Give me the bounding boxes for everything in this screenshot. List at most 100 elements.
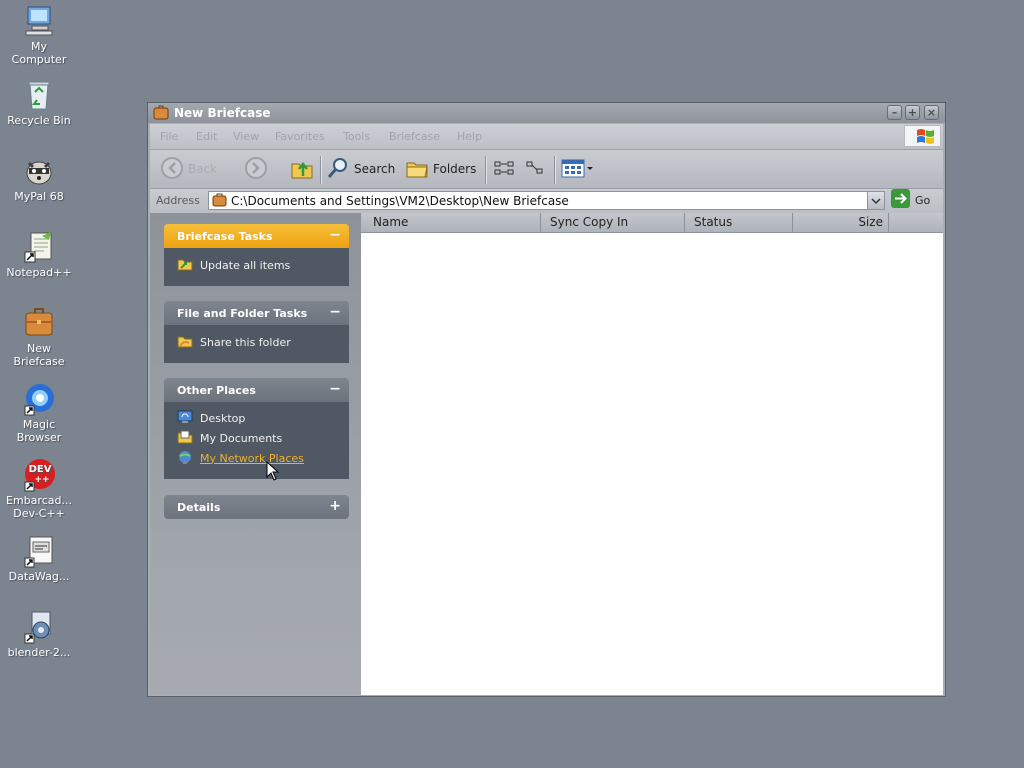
column-header-name[interactable]: Name xyxy=(361,213,541,232)
column-header-sync-copy-in[interactable]: Sync Copy In xyxy=(541,213,685,232)
forward-button[interactable] xyxy=(244,156,268,183)
address-bar: Address C:\Documents and Settings\VM2\De… xyxy=(150,189,943,213)
recycle-bin-icon xyxy=(22,78,56,112)
update-all-items-link[interactable]: Update all items xyxy=(177,256,290,274)
search-button[interactable]: Search xyxy=(326,157,395,181)
title-bar[interactable]: New Briefcase – + × xyxy=(148,103,945,123)
desktop-icon-recycle-bin[interactable]: Recycle Bin xyxy=(0,78,78,127)
briefcase-tasks-panel: Briefcase Tasks − Update all items xyxy=(164,224,349,286)
up-folder-button[interactable] xyxy=(290,157,314,181)
place-my-network-places-link[interactable]: My Network Places xyxy=(177,449,304,467)
place-label: My Network Places xyxy=(200,451,304,465)
collapse-icon[interactable]: − xyxy=(329,227,341,243)
place-desktop-link[interactable]: Desktop xyxy=(177,409,245,427)
collapse-icon[interactable]: − xyxy=(329,304,341,320)
menu-bar: File Edit View Favorites Tools Briefcase… xyxy=(150,124,943,150)
maximize-button[interactable]: + xyxy=(905,105,920,120)
address-input[interactable]: C:\Documents and Settings\VM2\Desktop\Ne… xyxy=(208,191,885,210)
close-button[interactable]: × xyxy=(924,105,939,120)
panel-body: Desktop My Documents My Network Places xyxy=(164,402,349,479)
views-icon xyxy=(561,157,595,182)
place-my-documents-link[interactable]: My Documents xyxy=(177,429,282,447)
desktop-icon-my-computer[interactable]: My Computer xyxy=(0,4,78,66)
windows-logo-icon xyxy=(904,125,941,147)
desktop-icon-label: blender-2... xyxy=(7,646,71,659)
copy-to-button[interactable] xyxy=(524,157,546,181)
details-panel: Details + xyxy=(164,495,349,519)
other-places-header[interactable]: Other Places − xyxy=(164,378,349,402)
folders-label: Folders xyxy=(433,162,477,176)
toolbar-separator xyxy=(320,156,322,184)
desktop-icon-label: Magic Browser xyxy=(16,418,62,444)
address-path: C:\Documents and Settings\VM2\Desktop\Ne… xyxy=(231,194,569,208)
up-folder-icon xyxy=(290,156,314,183)
column-label: Name xyxy=(373,215,409,229)
desktop-icon-blender[interactable]: blender-2... xyxy=(0,610,78,659)
details-header[interactable]: Details + xyxy=(164,495,349,519)
desktop-icon-label: My Computer xyxy=(11,40,67,66)
desktop-icon-mypal[interactable]: MyPal 68 xyxy=(0,154,78,203)
menu-favorites[interactable]: Favorites xyxy=(275,130,325,143)
go-button[interactable]: Go xyxy=(891,189,939,210)
briefcase-window: New Briefcase – + × File Edit View Favor… xyxy=(147,102,946,697)
menu-edit[interactable]: Edit xyxy=(196,130,217,143)
move-to-icon xyxy=(493,157,515,182)
desktop-icon-label: Recycle Bin xyxy=(7,114,71,127)
mouse-cursor-icon xyxy=(266,460,280,485)
panel-title: Other Places xyxy=(177,384,256,397)
address-label: Address xyxy=(156,194,200,207)
forward-arrow-icon xyxy=(244,156,268,183)
column-header-status[interactable]: Status xyxy=(685,213,793,232)
collapse-icon[interactable]: − xyxy=(329,381,341,397)
svg-text:DEV: DEV xyxy=(29,464,52,475)
desktop-icon-label: Embarcad... Dev-C++ xyxy=(6,494,72,520)
minimize-button[interactable]: – xyxy=(887,105,902,120)
desktop-icon-label: Notepad++ xyxy=(6,266,72,279)
folders-icon xyxy=(405,156,429,183)
devcpp-icon: DEV ++ xyxy=(22,458,56,492)
desktop-icon-new-briefcase[interactable]: New Briefcase xyxy=(0,306,78,368)
menu-briefcase[interactable]: Briefcase xyxy=(389,130,440,143)
menu-tools[interactable]: Tools xyxy=(343,130,370,143)
back-arrow-icon xyxy=(160,156,184,183)
toolbar: Back Search Folders xyxy=(150,150,943,189)
window-title: New Briefcase xyxy=(174,106,271,120)
menu-help[interactable]: Help xyxy=(457,130,482,143)
task-pane: Briefcase Tasks − Update all items File … xyxy=(150,213,361,695)
desktop-icon-devcpp[interactable]: DEV ++ Embarcad... Dev-C++ xyxy=(0,458,78,520)
briefcase-tasks-header[interactable]: Briefcase Tasks − xyxy=(164,224,349,248)
panel-title: Details xyxy=(177,501,221,514)
my-computer-icon xyxy=(22,4,56,38)
briefcase-icon xyxy=(212,193,227,212)
menu-view[interactable]: View xyxy=(233,130,259,143)
other-places-panel: Other Places − Desktop My Documents My N… xyxy=(164,378,349,479)
file-folder-tasks-header[interactable]: File and Folder Tasks − xyxy=(164,301,349,325)
column-header-size[interactable]: Size xyxy=(793,213,889,232)
desktop-icon-magic-browser[interactable]: Magic Browser xyxy=(0,382,78,444)
search-icon xyxy=(326,156,350,183)
folders-button[interactable]: Folders xyxy=(405,157,476,181)
views-button[interactable] xyxy=(561,157,595,181)
expand-icon[interactable]: + xyxy=(329,498,341,514)
file-folder-tasks-panel: File and Folder Tasks − Share this folde… xyxy=(164,301,349,363)
datawag-icon xyxy=(22,534,56,568)
menu-file[interactable]: File xyxy=(160,130,178,143)
column-label: Sync Copy In xyxy=(550,215,629,229)
panel-title: Briefcase Tasks xyxy=(177,230,273,243)
back-button[interactable]: Back xyxy=(160,156,218,183)
column-header-row: Name Sync Copy In Status Size xyxy=(361,213,943,233)
toolbar-separator xyxy=(554,156,556,184)
file-list-view[interactable]: Name Sync Copy In Status Size xyxy=(361,213,943,695)
address-dropdown-button[interactable] xyxy=(867,192,884,209)
share-this-folder-link[interactable]: Share this folder xyxy=(177,333,291,351)
place-label: Desktop xyxy=(200,411,246,425)
desktop-icon-notepadpp[interactable]: Notepad++ xyxy=(0,230,78,279)
desktop-icon-datawag[interactable]: DataWag... xyxy=(0,534,78,583)
notepadpp-icon xyxy=(22,230,56,264)
back-label: Back xyxy=(188,162,218,176)
briefcase-icon xyxy=(153,105,169,125)
sorted-column-shade xyxy=(361,233,541,695)
move-to-button[interactable] xyxy=(493,157,515,181)
svg-text:++: ++ xyxy=(34,475,49,485)
task-label: Share this folder xyxy=(200,335,291,349)
